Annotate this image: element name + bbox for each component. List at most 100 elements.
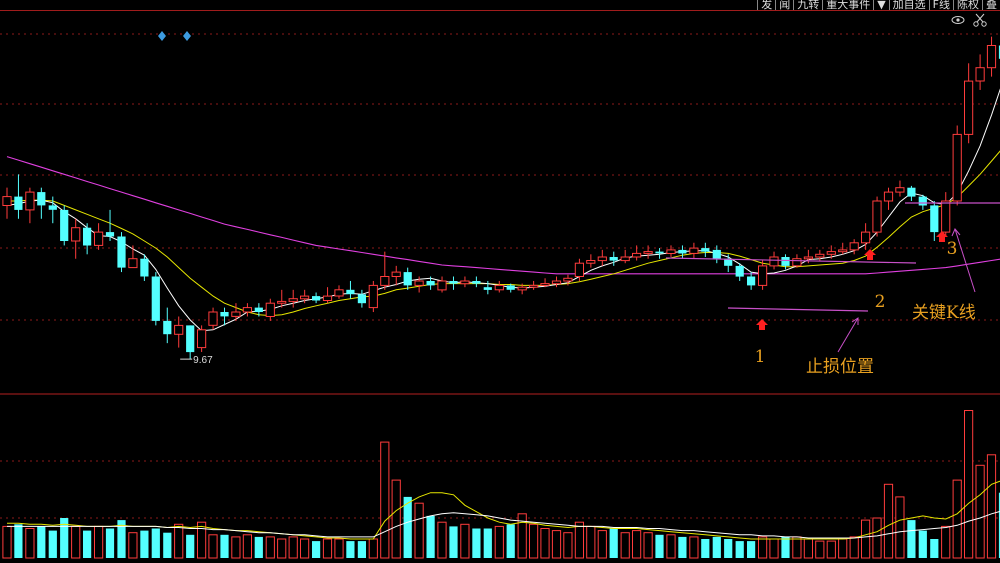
volume-bar-up xyxy=(288,536,298,559)
volume-bar-up xyxy=(300,538,310,559)
candle-up xyxy=(517,286,527,291)
candle-up xyxy=(986,45,997,69)
volume-bar-down xyxy=(140,530,149,558)
volume-bar-up xyxy=(666,534,676,559)
volume-bar-up xyxy=(689,536,699,559)
volume-bar-up xyxy=(197,521,207,559)
candle-up xyxy=(242,307,253,313)
label-3: 3 xyxy=(947,239,958,259)
candle-up xyxy=(277,300,287,304)
candle-up xyxy=(208,311,218,326)
volume-bar-up xyxy=(803,538,813,559)
candle-down xyxy=(117,236,126,268)
candle-up xyxy=(872,200,882,233)
volume-bar-up xyxy=(632,530,642,559)
volume-bar-up xyxy=(838,538,848,559)
volume-bar-up xyxy=(437,521,447,559)
volume-bar-down xyxy=(781,536,790,558)
pointer-line xyxy=(954,228,976,293)
candle-up xyxy=(540,283,550,286)
candle-down xyxy=(186,325,195,353)
volume-bar-up xyxy=(265,536,275,559)
candle-up xyxy=(322,295,333,302)
candle-up xyxy=(597,256,607,262)
volume-bar-up xyxy=(620,532,630,559)
candle-down xyxy=(609,257,618,261)
candle-up xyxy=(883,191,894,202)
volume-bar-up xyxy=(964,410,974,559)
candle-up xyxy=(300,295,310,300)
candle-down xyxy=(930,205,939,233)
key-candle-label: 关键K线 xyxy=(912,303,976,323)
candle-up xyxy=(815,253,825,258)
eye-icon[interactable] xyxy=(951,16,965,24)
volume-bar-up xyxy=(529,523,539,559)
volume-bar-up xyxy=(758,536,768,559)
candle-up xyxy=(838,249,848,253)
volume-bar-down xyxy=(655,534,664,558)
candle-down xyxy=(918,196,927,206)
candle-up xyxy=(803,256,813,260)
volume-bar-down xyxy=(701,539,710,558)
volume-bar-up xyxy=(861,519,871,559)
candle-up xyxy=(94,231,104,246)
candle-down xyxy=(140,258,149,277)
candle-up xyxy=(25,191,35,211)
candle-up xyxy=(494,284,504,291)
candle-up xyxy=(71,227,81,242)
volume-bar-down xyxy=(724,539,733,558)
candle-up xyxy=(2,196,12,207)
volume-bar-down xyxy=(105,528,115,558)
candle-up xyxy=(620,256,630,262)
volume-bar-up xyxy=(643,532,653,559)
volume-bar-up xyxy=(242,534,253,559)
volume-bar-up xyxy=(941,525,951,559)
volume-bar-down xyxy=(472,528,481,558)
candle-up xyxy=(964,80,974,135)
candle-down xyxy=(220,312,229,317)
volume-bar-down xyxy=(747,541,756,558)
candle-down xyxy=(907,187,916,197)
ma60-line xyxy=(6,156,1000,275)
volume-bar-down xyxy=(426,515,435,558)
candle-up xyxy=(632,252,642,258)
scissors-icon[interactable] xyxy=(973,13,987,27)
candle-down xyxy=(83,227,92,246)
volume-bar-up xyxy=(597,530,607,559)
label-1: 1 xyxy=(755,347,766,367)
candle-up xyxy=(586,260,596,264)
volume-bar-up xyxy=(71,525,81,559)
candle-down xyxy=(357,294,366,304)
candle-down xyxy=(105,232,115,237)
candle-down xyxy=(254,307,263,312)
volume-bar-down xyxy=(735,541,744,558)
candle-down xyxy=(655,251,664,254)
candle-up xyxy=(895,187,905,193)
candle-up xyxy=(197,329,207,349)
up-arrow-icon xyxy=(864,249,876,260)
up-arrow-icon xyxy=(756,319,768,330)
volume-bar-up xyxy=(792,536,802,559)
volume-bar-up xyxy=(334,538,344,559)
candle-up xyxy=(437,280,447,291)
candle-up xyxy=(529,284,539,288)
volume-bar-up xyxy=(322,538,333,559)
candle-down xyxy=(781,257,790,266)
candle-up xyxy=(414,280,424,286)
volume-bar-down xyxy=(930,539,939,558)
candle-up xyxy=(563,277,573,282)
stop-loss-label: 止损位置 xyxy=(806,357,874,377)
volume-bar-down xyxy=(506,524,515,558)
volume-bar-down xyxy=(357,541,366,558)
candles: 9.67 xyxy=(2,36,1000,366)
volume-bar-down xyxy=(14,524,23,558)
candle-up xyxy=(792,258,802,267)
volume-bar-down xyxy=(312,541,321,558)
volume-bar-down xyxy=(37,526,46,558)
volume-bar-up xyxy=(494,525,504,559)
volume-bar-up xyxy=(986,454,997,559)
volume-bar-up xyxy=(872,517,882,559)
volume-bar-up xyxy=(551,530,562,559)
candle-down xyxy=(472,281,481,284)
candle-down xyxy=(506,285,515,290)
